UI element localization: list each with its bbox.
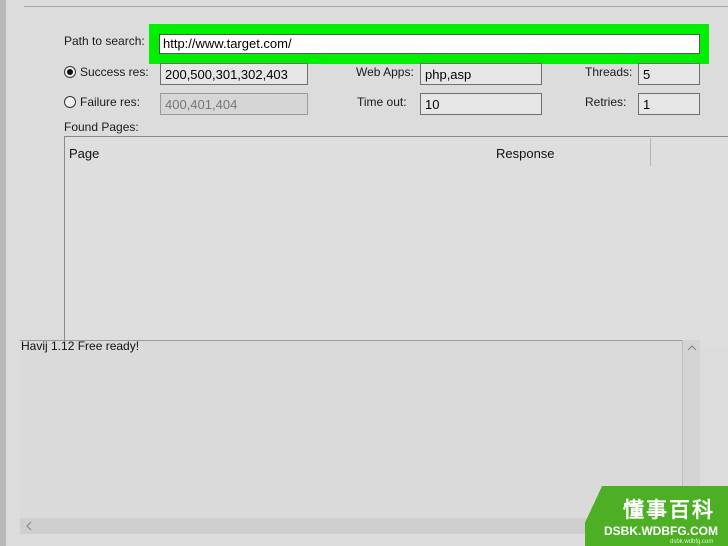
success-radio[interactable] — [64, 66, 76, 78]
retries-field[interactable]: 1 — [638, 93, 700, 115]
log-text: Havij 1.12 Free ready! — [21, 339, 140, 353]
success-label: Success res: — [80, 65, 149, 79]
scroll-left-arrow-icon[interactable] — [25, 521, 33, 531]
column-separator — [650, 138, 651, 166]
watermark-domain: DSBK.WDBFG.COM — [604, 524, 718, 538]
webapps-label: Web Apps: — [356, 65, 414, 79]
timeout-field[interactable]: 10 — [420, 93, 542, 115]
path-label: Path to search: — [64, 34, 145, 48]
webapps-field[interactable]: php,asp — [420, 63, 542, 85]
horizontal-scrollbar[interactable] — [20, 518, 682, 534]
scroll-up-arrow-icon[interactable] — [687, 344, 697, 352]
top-divider — [24, 6, 728, 7]
watermark-logo-text: 懂事百科 — [623, 499, 715, 522]
column-header-response[interactable]: Response — [496, 146, 555, 161]
failure-radio[interactable] — [64, 96, 76, 108]
found-pages-label: Found Pages: — [64, 120, 139, 134]
retries-label: Retries: — [585, 95, 627, 109]
failure-codes-field[interactable]: 400,401,404 — [160, 93, 308, 115]
found-pages-list[interactable] — [64, 136, 728, 346]
threads-field[interactable]: 5 — [638, 63, 700, 85]
path-input[interactable]: http://www.target.com/ — [159, 34, 700, 54]
threads-label: Threads: — [585, 65, 633, 79]
column-header-page[interactable]: Page — [69, 146, 99, 161]
success-codes-field[interactable]: 200,500,301,302,403 — [160, 63, 308, 85]
watermark-small-domain: dsbk.wdbfg.com — [670, 539, 714, 545]
failure-label: Failure res: — [80, 95, 141, 109]
timeout-label: Time out: — [357, 95, 407, 109]
